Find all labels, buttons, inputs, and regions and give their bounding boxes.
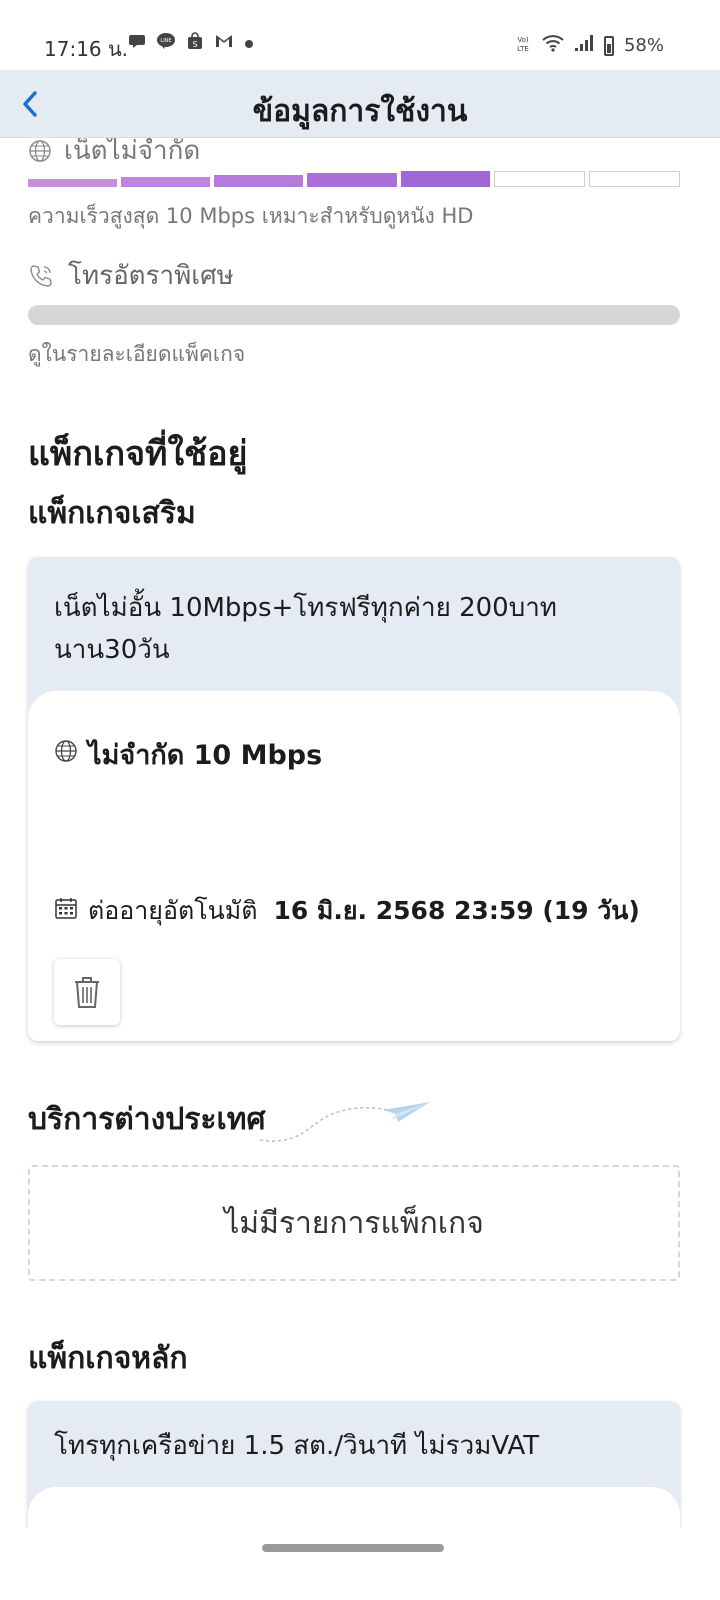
speed-bar-segment xyxy=(588,171,680,187)
trash-icon xyxy=(75,977,99,1008)
call-usage-bar xyxy=(28,305,680,325)
wifi-icon xyxy=(542,34,564,57)
shop-bag-icon: S xyxy=(186,32,204,55)
dot-icon xyxy=(244,34,254,54)
phone-icon xyxy=(28,263,54,289)
speed-bar-segment xyxy=(493,171,585,187)
speed-bar-segment xyxy=(307,173,397,187)
status-bar: 17:16 น. LINE S Vo) LTE 58% xyxy=(0,0,720,70)
auto-renew-row: ต่ออายุอัตโนมัติ 16 มิ.ย. 2568 23:59 (19… xyxy=(54,891,640,931)
battery-icon xyxy=(603,35,614,56)
paper-plane-icon xyxy=(258,1096,438,1150)
speed-row: ไม่จำกัด 10 Mbps xyxy=(54,733,322,776)
system-status: Vo) LTE 58% xyxy=(514,33,664,58)
internet-usage-row: เน็ตไม่จำกัด xyxy=(28,138,200,171)
addon-package-card: เน็ตไม่อั้น 10Mbps+โทรฟรีทุกค่าย 200บาท … xyxy=(28,557,680,1041)
volte-icon: Vo) LTE xyxy=(514,33,532,58)
speed-bar-segment xyxy=(28,179,118,187)
line-app-icon: LINE xyxy=(156,32,176,55)
page-title: ข้อมูลการใช้งาน xyxy=(252,94,468,129)
call-usage-label: โทรอัตราพิเศษ xyxy=(68,261,234,291)
call-usage-row: โทรอัตราพิเศษ xyxy=(28,255,234,296)
speed-bar-segment xyxy=(214,175,304,187)
gmail-icon xyxy=(214,33,234,54)
auto-renew-label: ต่ออายุอัตโนมัติ xyxy=(88,896,258,925)
speed-bar-segment xyxy=(400,171,490,187)
app-header: ข้อมูลการใช้งาน xyxy=(0,70,720,138)
current-packages-heading: แพ็กเกจที่ใช้อยู่ xyxy=(28,434,248,474)
scroll-content[interactable]: เน็ตไม่จำกัด ความเร็วสูงสุด 10 Mbps เหมา… xyxy=(0,138,720,1528)
call-caption: ดูในรายละเอียดแพ็คเกจ xyxy=(28,342,246,366)
usage-info-screen: 17:16 น. LINE S Vo) LTE 58% ข้อมูลการใช้… xyxy=(0,0,720,1600)
main-package-heading: แพ็กเกจหลัก xyxy=(28,1341,188,1376)
notification-icons: LINE S xyxy=(128,32,254,55)
internet-usage-label: เน็ตไม่จำกัด xyxy=(64,138,201,166)
globe-icon xyxy=(54,739,78,770)
svg-text:LTE: LTE xyxy=(517,45,529,53)
signal-icon xyxy=(574,34,594,57)
battery-percent: 58% xyxy=(623,35,664,56)
globe-icon xyxy=(28,139,52,163)
international-empty-state: ไม่มีรายการแพ็กเกจ xyxy=(28,1165,680,1281)
main-package-details xyxy=(28,1487,680,1528)
svg-text:S: S xyxy=(192,40,197,49)
international-heading: บริการต่างประเทศ xyxy=(28,1102,266,1137)
main-package-card: โทรทุกเครือข่าย 1.5 สต./วินาที ไม่รวมVAT xyxy=(28,1401,680,1528)
svg-text:LINE: LINE xyxy=(160,38,171,44)
speed-value: ไม่จำกัด 10 Mbps xyxy=(88,740,323,771)
calendar-icon xyxy=(54,896,78,926)
delete-package-button[interactable] xyxy=(54,959,120,1025)
addon-package-title: เน็ตไม่อั้น 10Mbps+โทรฟรีทุกค่าย 200บาท … xyxy=(54,593,557,665)
internet-speed-bar xyxy=(28,171,680,187)
addon-packages-heading: แพ็กเกจเสริม xyxy=(28,496,196,531)
internet-caption: ความเร็วสูงสุด 10 Mbps เหมาะสำหรับดูหนัง… xyxy=(28,204,474,228)
speed-bar-segment xyxy=(121,177,211,187)
auto-renew-date: 16 มิ.ย. 2568 23:59 (19 วัน) xyxy=(273,896,640,925)
addon-package-details: ไม่จำกัด 10 Mbps ต่ออายุอัตโนมัติ 16 มิ.… xyxy=(28,691,680,1041)
navigation-bar xyxy=(0,1528,720,1600)
svg-text:Vo): Vo) xyxy=(517,36,529,44)
chat-bubble-icon xyxy=(128,32,146,55)
status-time: 17:16 น. xyxy=(44,37,129,61)
home-indicator[interactable] xyxy=(262,1544,444,1552)
main-package-title: โทรทุกเครือข่าย 1.5 สต./วินาที ไม่รวมVAT xyxy=(54,1431,540,1461)
